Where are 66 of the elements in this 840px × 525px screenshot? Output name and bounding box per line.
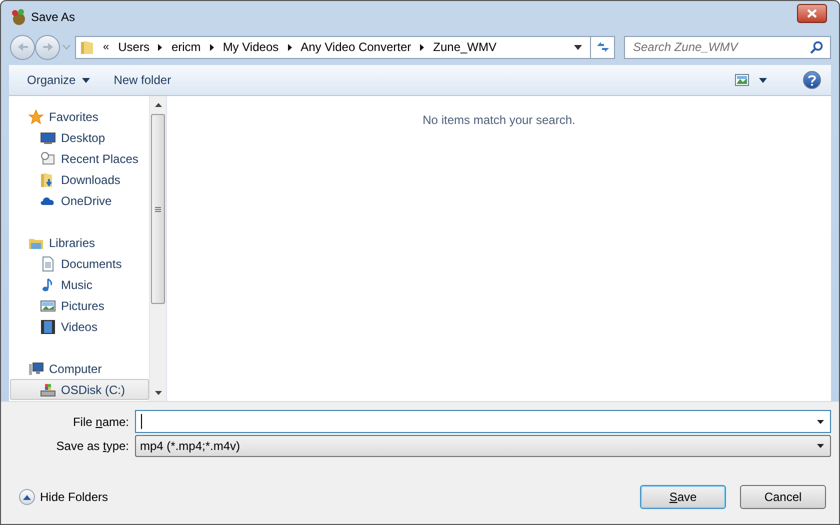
overflow-chevron[interactable]: « [103,38,110,56]
sidebar-item[interactable]: Videos [10,316,149,337]
empty-message: No items match your search. [422,112,576,127]
sidebar-item[interactable]: Music [10,274,149,295]
drive-icon [40,382,56,398]
sidebar-group[interactable]: Libraries [9,232,149,253]
computer-icon [28,360,44,376]
picture-icon [40,298,56,314]
breadcrumb[interactable]: Users [118,38,150,56]
folder-icon [80,39,94,55]
refresh-button[interactable] [590,36,615,58]
forward-arrow-icon [42,42,54,52]
breadcrumb-arrow-icon[interactable] [210,44,214,50]
scroll-thumb[interactable] [151,114,165,304]
breadcrumb[interactable]: Any Video Converter [300,38,412,56]
file-name-label: File name: [72,414,129,430]
refresh-icon [594,40,610,54]
collapse-icon [19,489,35,505]
hide-folders-button[interactable]: Hide Folders [19,488,108,506]
breadcrumb-arrow-icon[interactable] [420,44,424,50]
save-as-type-label: Save as type: [55,438,129,455]
breadcrumb[interactable]: My Videos [222,38,279,56]
text-cursor [141,414,142,429]
toolbar-button[interactable]: New folder [106,69,180,91]
sidebar-item[interactable]: Recent Places [10,148,149,169]
dropdown-caret-icon[interactable] [574,44,582,50]
sidebar-item[interactable]: OneDrive [10,190,149,211]
breadcrumb[interactable]: ericm [171,38,201,56]
back-arrow-icon [16,42,28,52]
sidebar-item[interactable]: OSDisk (C:) [10,379,149,400]
sidebar-item[interactable]: Downloads [10,169,149,190]
sidebar-group[interactable]: Favorites [9,106,149,127]
file-name-field[interactable] [135,410,831,433]
dropdown-caret-icon [817,444,824,448]
document-icon [40,256,56,272]
sidebar-item[interactable]: Desktop [10,127,149,148]
toolbar-button[interactable]: Organize [19,69,98,91]
cancel-button[interactable]: Cancel [740,485,826,509]
sidebar-item[interactable]: Documents [10,253,149,274]
address-bar[interactable]: « Users ericm My Videos Any Video Converter Zune_WMV [75,36,591,58]
recent-places-icon [40,150,56,166]
save-as-type-dropdown[interactable]: mp4 (*.mp4;*.m4v) [135,435,831,457]
app-icon [9,8,27,26]
help-icon [808,74,816,86]
grip-icon [155,206,161,212]
star-icon [28,108,44,124]
dropdown-caret-icon[interactable] [817,420,824,424]
close-icon [807,8,817,18]
window-title: Save As [31,9,76,26]
desktop-icon [40,130,56,146]
scroll-up-icon[interactable] [154,103,162,107]
help-button[interactable] [803,71,821,89]
scroll-down-icon[interactable] [154,391,162,395]
caret-icon [759,78,767,82]
save-button[interactable]: Save [640,485,726,509]
view-icon [735,74,749,86]
close-button[interactable] [797,4,827,22]
breadcrumb-arrow-icon[interactable] [288,44,292,50]
sidebar-item[interactable]: Pictures [10,295,149,316]
breadcrumb[interactable]: Zune_WMV [433,38,496,56]
search-icon [810,40,823,54]
search-field[interactable]: Search Zune_WMV [624,36,831,58]
breadcrumb-arrow-icon[interactable] [158,44,162,50]
sidebar-group[interactable]: Computer [9,358,149,379]
scrollbar[interactable] [149,96,166,401]
film-icon [40,318,56,334]
